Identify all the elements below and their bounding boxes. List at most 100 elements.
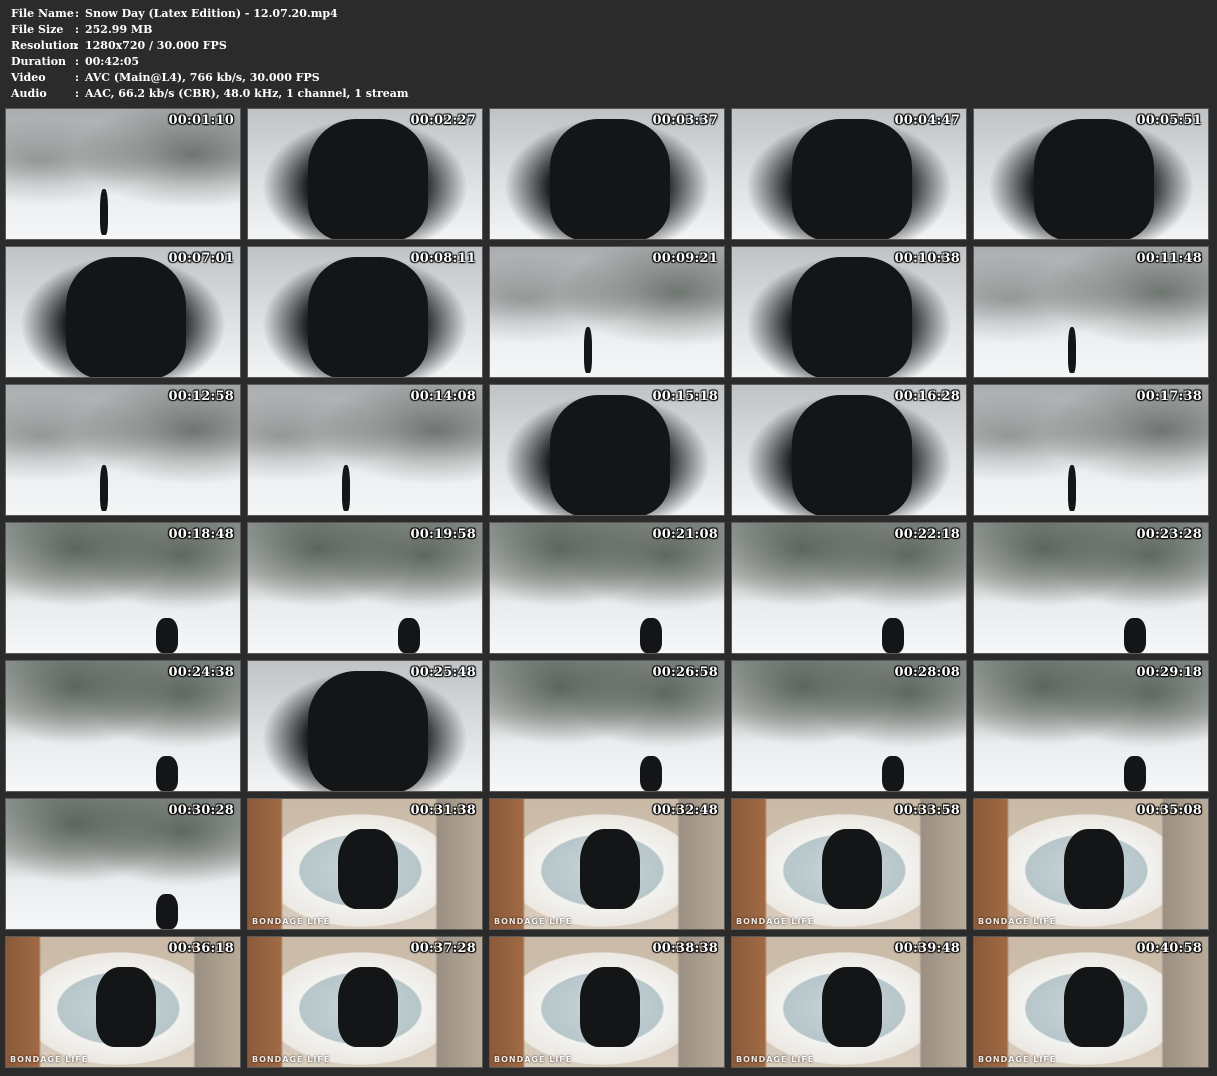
- info-value: Snow Day (Latex Edition) - 12.07.20.mp4: [85, 7, 338, 20]
- info-value: 1280x720 / 30.000 FPS: [85, 39, 227, 52]
- timestamp: 00:09:21: [652, 251, 718, 266]
- figure-silhouette: [580, 829, 640, 909]
- thumbnail-frame: 00:21:08: [489, 522, 725, 654]
- timestamp: 00:19:58: [410, 527, 476, 542]
- thumbnail-frame: 00:07:01: [5, 246, 241, 378]
- thumbnail-frame: 00:12:58: [5, 384, 241, 516]
- timestamp: 00:24:38: [168, 665, 234, 680]
- info-row: Audio: AAC, 66.2 kb/s (CBR), 48.0 kHz, 1 …: [11, 86, 409, 102]
- info-separator: :: [75, 55, 80, 68]
- thumbnail-frame: 00:30:28: [5, 798, 241, 930]
- timestamp: 00:31:38: [410, 803, 476, 818]
- info-row: Duration:00:42:05: [11, 54, 409, 70]
- timestamp: 00:32:48: [652, 803, 718, 818]
- thumbnail-frame: 00:04:47: [731, 108, 967, 240]
- figure-silhouette: [792, 395, 912, 515]
- timestamp: 00:26:58: [652, 665, 718, 680]
- info-separator: :: [75, 87, 80, 100]
- info-row: Resolution:1280x720 / 30.000 FPS: [11, 38, 409, 54]
- thumbnail-frame: 00:19:58: [247, 522, 483, 654]
- timestamp: 00:11:48: [1136, 251, 1202, 266]
- figure-silhouette: [640, 756, 662, 791]
- thumbnail-frame: 00:35:08 BONDAGE LIFE: [973, 798, 1209, 930]
- thumbnail-frame: 00:10:38: [731, 246, 967, 378]
- timestamp: 00:28:08: [894, 665, 960, 680]
- thumbnail-frame: 00:02:27: [247, 108, 483, 240]
- timestamp: 00:33:58: [894, 803, 960, 818]
- thumbnail-frame: 00:01:10: [5, 108, 241, 240]
- watermark: BONDAGE LIFE: [736, 1055, 815, 1064]
- figure-silhouette: [1064, 967, 1124, 1047]
- timestamp: 00:21:08: [652, 527, 718, 542]
- figure-silhouette: [338, 829, 398, 909]
- thumbnail-frame: 00:28:08: [731, 660, 967, 792]
- timestamp: 00:39:48: [894, 941, 960, 956]
- thumbnail-frame: 00:33:58 BONDAGE LIFE: [731, 798, 967, 930]
- watermark: BONDAGE LIFE: [494, 917, 573, 926]
- thumbnail-frame: 00:05:51: [973, 108, 1209, 240]
- thumbnail-frame: 00:23:28: [973, 522, 1209, 654]
- timestamp: 00:15:18: [652, 389, 718, 404]
- timestamp: 00:25:48: [410, 665, 476, 680]
- timestamp: 00:10:38: [894, 251, 960, 266]
- info-separator: :: [75, 39, 80, 52]
- info-key: Resolution: [11, 39, 78, 52]
- thumbnail-frame: 00:36:18 BONDAGE LIFE: [5, 936, 241, 1068]
- figure-silhouette: [66, 257, 186, 377]
- watermark: BONDAGE LIFE: [978, 1055, 1057, 1064]
- thumbnail-frame: 00:18:48: [5, 522, 241, 654]
- figure-silhouette: [822, 967, 882, 1047]
- info-value: AVC (Main@L4), 766 kb/s, 30.000 FPS: [85, 71, 320, 84]
- timestamp: 00:17:38: [1136, 389, 1202, 404]
- figure-silhouette: [882, 756, 904, 791]
- figure-silhouette: [792, 119, 912, 239]
- figure-silhouette: [1068, 327, 1076, 373]
- info-key: Video: [11, 71, 46, 84]
- file-info-panel: File Name: Snow Day (Latex Edition) - 12.…: [11, 6, 409, 102]
- figure-silhouette: [1124, 756, 1146, 791]
- info-key: File Size: [11, 23, 64, 36]
- thumbnail-frame: 00:32:48 BONDAGE LIFE: [489, 798, 725, 930]
- figure-silhouette: [308, 257, 428, 377]
- figure-silhouette: [156, 618, 178, 653]
- watermark: BONDAGE LIFE: [252, 917, 331, 926]
- thumbnail-frame: 00:25:48: [247, 660, 483, 792]
- thumbnail-frame: 00:08:11: [247, 246, 483, 378]
- watermark: BONDAGE LIFE: [10, 1055, 89, 1064]
- watermark: BONDAGE LIFE: [736, 917, 815, 926]
- thumbnail-frame: 00:40:58 BONDAGE LIFE: [973, 936, 1209, 1068]
- thumbnail-frame: 00:11:48: [973, 246, 1209, 378]
- thumbnail-frame: 00:09:21: [489, 246, 725, 378]
- info-separator: :: [75, 23, 80, 36]
- timestamp: 00:35:08: [1136, 803, 1202, 818]
- figure-silhouette: [550, 119, 670, 239]
- timestamp: 00:08:11: [410, 251, 476, 266]
- figure-silhouette: [640, 618, 662, 653]
- thumbnail-frame: 00:37:28 BONDAGE LIFE: [247, 936, 483, 1068]
- timestamp: 00:38:38: [652, 941, 718, 956]
- timestamp: 00:07:01: [168, 251, 234, 266]
- figure-silhouette: [822, 829, 882, 909]
- watermark: BONDAGE LIFE: [978, 917, 1057, 926]
- info-row: Video: AVC (Main@L4), 766 kb/s, 30.000 FP…: [11, 70, 409, 86]
- thumbnail-frame: 00:31:38 BONDAGE LIFE: [247, 798, 483, 930]
- watermark: BONDAGE LIFE: [494, 1055, 573, 1064]
- figure-silhouette: [398, 618, 420, 653]
- figure-silhouette: [100, 189, 108, 235]
- info-value: AAC, 66.2 kb/s (CBR), 48.0 kHz, 1 channe…: [85, 87, 409, 100]
- timestamp: 00:03:37: [652, 113, 718, 128]
- figure-silhouette: [580, 967, 640, 1047]
- timestamp: 00:36:18: [168, 941, 234, 956]
- timestamp: 00:37:28: [410, 941, 476, 956]
- thumbnail-frame: 00:38:38 BONDAGE LIFE: [489, 936, 725, 1068]
- timestamp: 00:29:18: [1136, 665, 1202, 680]
- timestamp: 00:04:47: [894, 113, 960, 128]
- info-value: 252.99 MB: [85, 23, 153, 36]
- timestamp: 00:14:08: [410, 389, 476, 404]
- figure-silhouette: [308, 119, 428, 239]
- thumbnail-frame: 00:03:37: [489, 108, 725, 240]
- thumbnail-frame: 00:15:18: [489, 384, 725, 516]
- thumbnail-frame: 00:29:18: [973, 660, 1209, 792]
- figure-silhouette: [1124, 618, 1146, 653]
- figure-silhouette: [882, 618, 904, 653]
